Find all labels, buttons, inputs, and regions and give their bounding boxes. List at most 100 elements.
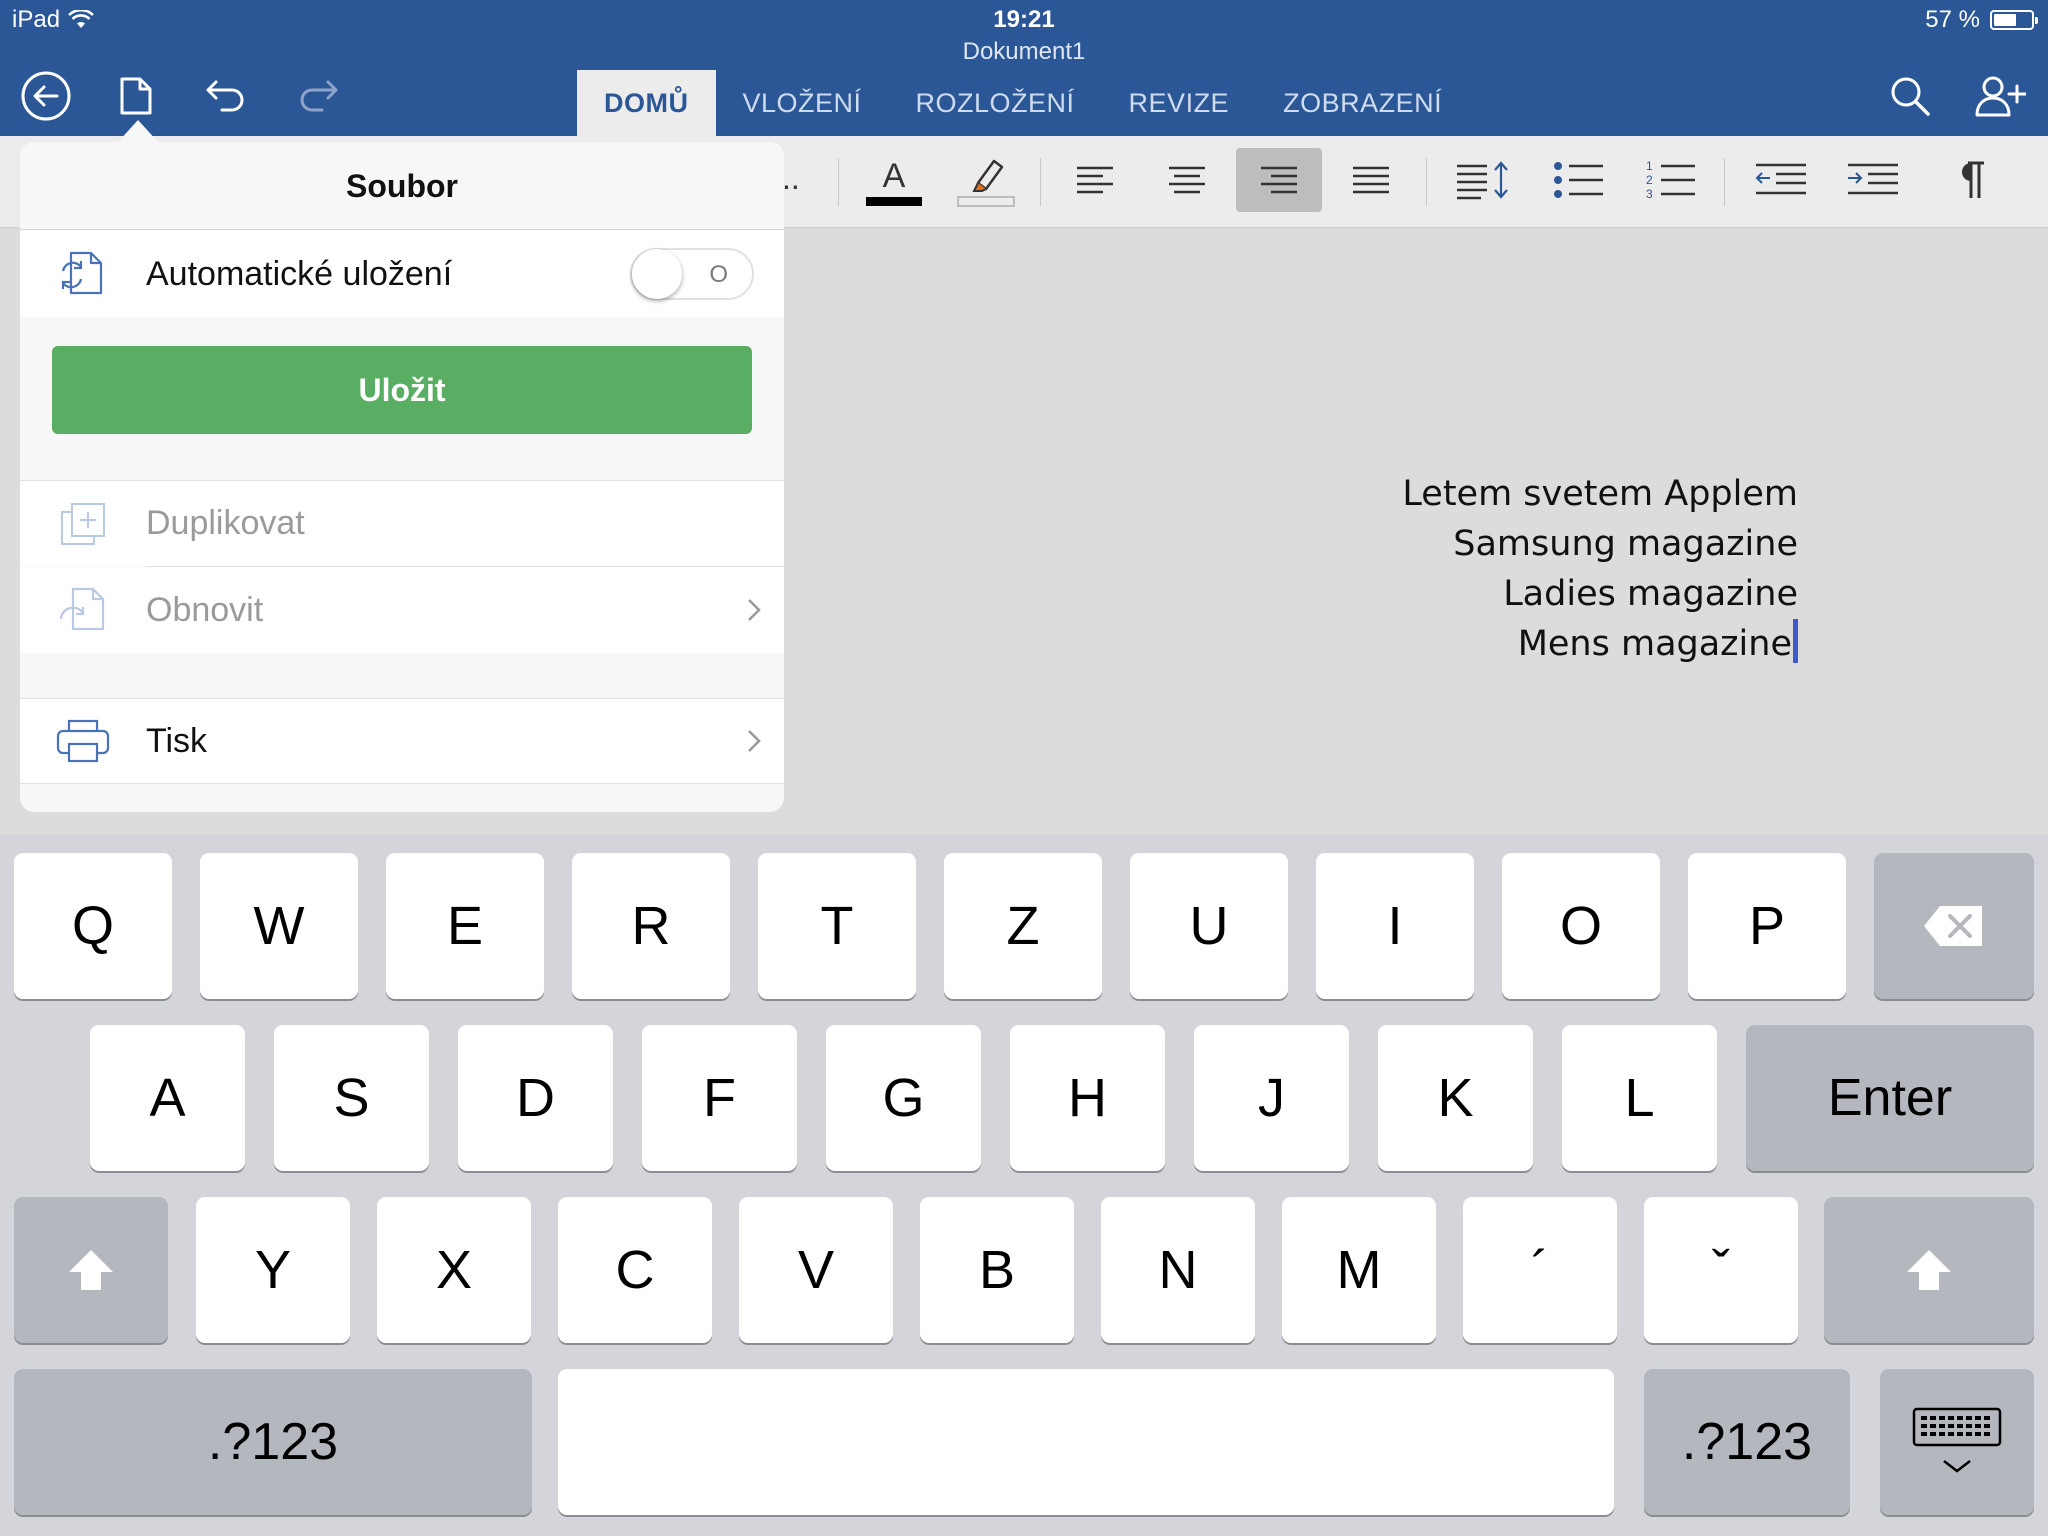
shift-icon [1907, 1250, 1951, 1290]
key-x[interactable]: X [377, 1197, 531, 1343]
font-color-button[interactable]: A [851, 148, 937, 212]
document-title: Dokument1 [962, 38, 1086, 65]
justify-button[interactable] [1328, 148, 1414, 212]
printer-icon [56, 719, 110, 763]
key-u[interactable]: U [1130, 853, 1288, 999]
decrease-indent-button[interactable] [1738, 148, 1824, 212]
autosave-label: Automatické uložení [146, 254, 453, 293]
space-key[interactable] [558, 1369, 1614, 1515]
restore-row[interactable]: Obnovit [20, 567, 784, 653]
key-h[interactable]: H [1010, 1025, 1165, 1171]
key-k[interactable]: K [1378, 1025, 1533, 1171]
numbers-key-right[interactable]: .?123 [1644, 1369, 1850, 1515]
autosave-toggle[interactable]: O [630, 248, 754, 300]
search-icon [1891, 77, 1930, 116]
document-line: Ladies magazine [1503, 574, 1798, 614]
onscreen-keyboard: Q W E R T Z U I O P A S D F G H J K L En… [0, 835, 2048, 1536]
autosave-row: Automatické uložení O [20, 231, 784, 317]
restore-doc-icon [59, 587, 105, 631]
key-n[interactable]: N [1101, 1197, 1255, 1343]
key-p[interactable]: P [1688, 853, 1846, 999]
document-line: Mens magazine [1517, 624, 1792, 664]
bullets-button[interactable] [1536, 148, 1622, 212]
battery-icon [1990, 10, 2038, 30]
enter-key[interactable]: Enter [1746, 1025, 2034, 1171]
key-y[interactable]: Y [196, 1197, 350, 1343]
print-row[interactable]: Tisk [20, 698, 784, 784]
align-center-button[interactable] [1144, 148, 1230, 212]
align-left-button[interactable] [1052, 148, 1138, 212]
numbers-key[interactable]: .?123 [14, 1369, 532, 1515]
key-caron[interactable]: ˇ [1644, 1197, 1798, 1343]
bullet-list-icon [1554, 162, 1603, 198]
key-r[interactable]: R [572, 853, 730, 999]
key-l[interactable]: L [1562, 1025, 1717, 1171]
key-s[interactable]: S [274, 1025, 429, 1171]
print-label: Tisk [146, 721, 208, 760]
chevron-right-icon [748, 730, 761, 752]
file-button[interactable] [108, 68, 164, 124]
file-icon [120, 77, 152, 115]
key-m[interactable]: M [1282, 1197, 1436, 1343]
tab-insert[interactable]: VLOŽENÍ [716, 70, 889, 136]
align-right-icon [1261, 166, 1297, 194]
save-button[interactable]: Uložit [52, 346, 752, 434]
key-v[interactable]: V [739, 1197, 893, 1343]
svg-text:2: 2 [1646, 173, 1653, 187]
undo-button[interactable] [198, 68, 254, 124]
key-t[interactable]: T [758, 853, 916, 999]
restore-label: Obnovit [146, 590, 264, 629]
text-caret [1793, 619, 1798, 663]
key-z[interactable]: Z [944, 853, 1102, 999]
justify-icon [1353, 166, 1389, 194]
title-bar: iPad 19:21 Dokument1 57 % DOMŮ VLOŽENÍ R… [0, 0, 2048, 136]
chevron-right-icon [748, 599, 761, 621]
numbering-button[interactable]: 1 2 3 [1628, 148, 1714, 212]
hide-keyboard-key[interactable] [1880, 1369, 2034, 1515]
key-b[interactable]: B [920, 1197, 1074, 1343]
file-menu: Soubor Automatické uložení O Uložit Dupl… [20, 142, 784, 812]
highlight-button[interactable] [943, 148, 1029, 212]
key-i[interactable]: I [1316, 853, 1474, 999]
share-person-icon [1975, 76, 2026, 117]
shift-right-key[interactable] [1824, 1197, 2034, 1343]
key-w[interactable]: W [200, 853, 358, 999]
back-icon [21, 71, 71, 121]
increase-indent-button[interactable] [1830, 148, 1916, 212]
key-q[interactable]: Q [14, 853, 172, 999]
key-e[interactable]: E [386, 853, 544, 999]
document-line: Samsung magazine [1453, 524, 1798, 564]
shift-left-key[interactable] [14, 1197, 168, 1343]
redo-button[interactable] [290, 68, 346, 124]
tab-view[interactable]: ZOBRAZENÍ [1256, 70, 1469, 136]
duplicate-row[interactable]: Duplikovat [20, 480, 784, 566]
key-a[interactable]: A [90, 1025, 245, 1171]
key-j[interactable]: J [1194, 1025, 1349, 1171]
key-o[interactable]: O [1502, 853, 1660, 999]
document-text[interactable]: Letem svetem Applem Samsung magazine Lad… [1402, 469, 1798, 669]
key-d[interactable]: D [458, 1025, 613, 1171]
tab-layout[interactable]: ROZLOŽENÍ [889, 70, 1102, 136]
line-spacing-button[interactable] [1440, 148, 1526, 212]
tab-review[interactable]: REVIZE [1102, 70, 1257, 136]
align-right-button[interactable] [1236, 148, 1322, 212]
share-button[interactable] [1972, 68, 2028, 124]
back-button[interactable] [18, 68, 74, 124]
shift-icon [69, 1250, 113, 1290]
key-g[interactable]: G [826, 1025, 981, 1171]
key-c[interactable]: C [558, 1197, 712, 1343]
duplicate-icon [61, 502, 105, 545]
line-spacing-icon [1457, 161, 1508, 200]
ribbon-more[interactable]: .. [782, 160, 800, 197]
popover-arrow [118, 120, 158, 142]
numbered-list-icon: 1 2 3 [1646, 159, 1695, 201]
status-right: 57 % [1925, 6, 2038, 34]
key-acute[interactable]: ´ [1463, 1197, 1617, 1343]
search-button[interactable] [1882, 68, 1938, 124]
backspace-key[interactable] [1874, 853, 2034, 999]
align-center-icon [1169, 166, 1205, 194]
key-f[interactable]: F [642, 1025, 797, 1171]
tab-home[interactable]: DOMŮ [577, 70, 716, 136]
pilcrow-icon [1962, 161, 1984, 198]
show-formatting-button[interactable] [1928, 148, 2014, 212]
